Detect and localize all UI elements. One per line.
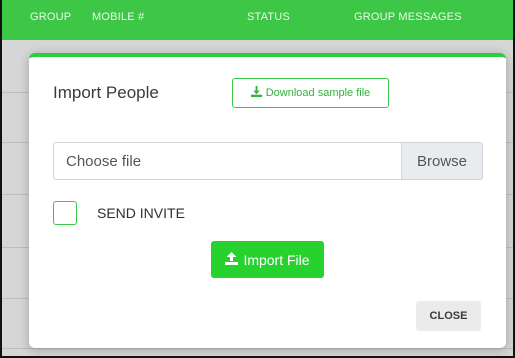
send-invite-label: SEND INVITE: [97, 205, 185, 221]
import-file-button[interactable]: Import File: [211, 241, 324, 278]
import-people-modal: Import People Download sample file Choos…: [29, 53, 506, 348]
browse-button[interactable]: Browse: [401, 143, 482, 179]
send-invite-checkbox[interactable]: [53, 201, 77, 225]
column-header-group: GROUP: [30, 11, 72, 23]
column-header-mobile: MOBILE #: [92, 11, 145, 23]
table-row-divider: [2, 348, 513, 349]
column-header-group-messages: GROUP MESSAGES: [354, 11, 462, 23]
upload-icon: [225, 251, 239, 268]
close-button[interactable]: CLOSE: [416, 301, 481, 331]
download-sample-file-button[interactable]: Download sample file: [232, 78, 389, 108]
download-icon: [250, 86, 262, 100]
modal-title: Import People: [53, 83, 159, 102]
file-chooser[interactable]: Choose file Browse: [53, 142, 483, 180]
table-header: GROUP MOBILE # STATUS GROUP MESSAGES: [2, 0, 513, 40]
column-header-status: STATUS: [247, 11, 290, 23]
download-sample-file-label: Download sample file: [265, 87, 371, 99]
page-frame: GROUP MOBILE # STATUS GROUP MESSAGES Imp…: [0, 0, 515, 358]
choose-file-input[interactable]: Choose file: [54, 143, 401, 179]
import-file-label: Import File: [243, 251, 310, 268]
